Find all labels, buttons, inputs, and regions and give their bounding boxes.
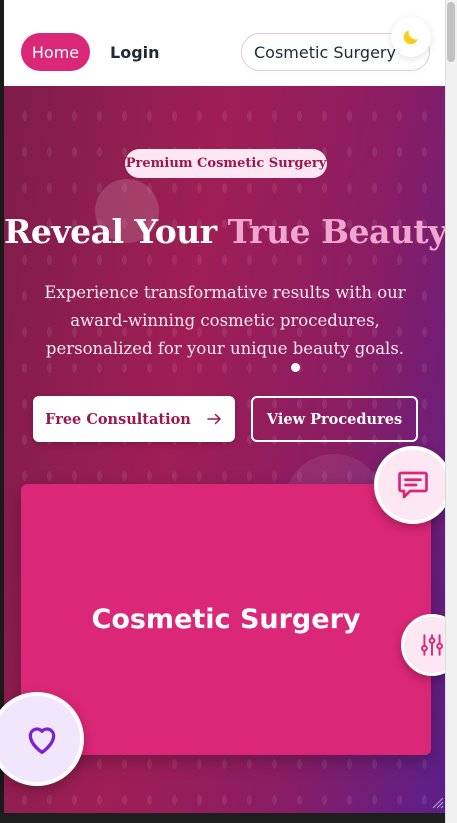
hero-title: Reveal Your True Beauty <box>4 212 445 251</box>
chat-icon <box>398 471 428 499</box>
heart-icon <box>28 727 56 754</box>
moon-icon <box>403 30 418 45</box>
chat-button[interactable] <box>374 446 452 524</box>
theme-toggle-button[interactable] <box>391 17 431 57</box>
procedure-card: Cosmetic Surgery <box>21 484 431 755</box>
hero-title-accent: True Beauty <box>227 212 445 251</box>
sliders-icon <box>421 634 443 656</box>
decorative-dot <box>291 363 300 372</box>
nav-login-link[interactable]: Login <box>110 33 160 71</box>
site-header: Home Login Cosmetic Surgery <box>4 0 445 86</box>
hero-section: Premium Cosmetic Surgery Reveal Your Tru… <box>4 86 445 813</box>
hero-subtitle: Experience transformative results with o… <box>44 283 406 358</box>
bottom-edge <box>0 813 445 823</box>
free-consultation-label: Free Consultation <box>45 410 191 428</box>
vertical-scrollbar[interactable] <box>445 0 457 823</box>
nav-home-button[interactable]: Home <box>21 33 90 71</box>
resize-grip-icon <box>432 797 444 809</box>
scrollbar-thumb[interactable] <box>447 2 455 62</box>
hero-title-main: Reveal Your <box>4 212 228 251</box>
arrow-right-icon <box>207 413 221 425</box>
free-consultation-button[interactable]: Free Consultation <box>33 396 235 442</box>
procedure-card-title: Cosmetic Surgery <box>91 604 361 635</box>
hero-badge: Premium Cosmetic Surgery <box>125 149 327 178</box>
view-procedures-button[interactable]: View Procedures <box>251 396 418 442</box>
